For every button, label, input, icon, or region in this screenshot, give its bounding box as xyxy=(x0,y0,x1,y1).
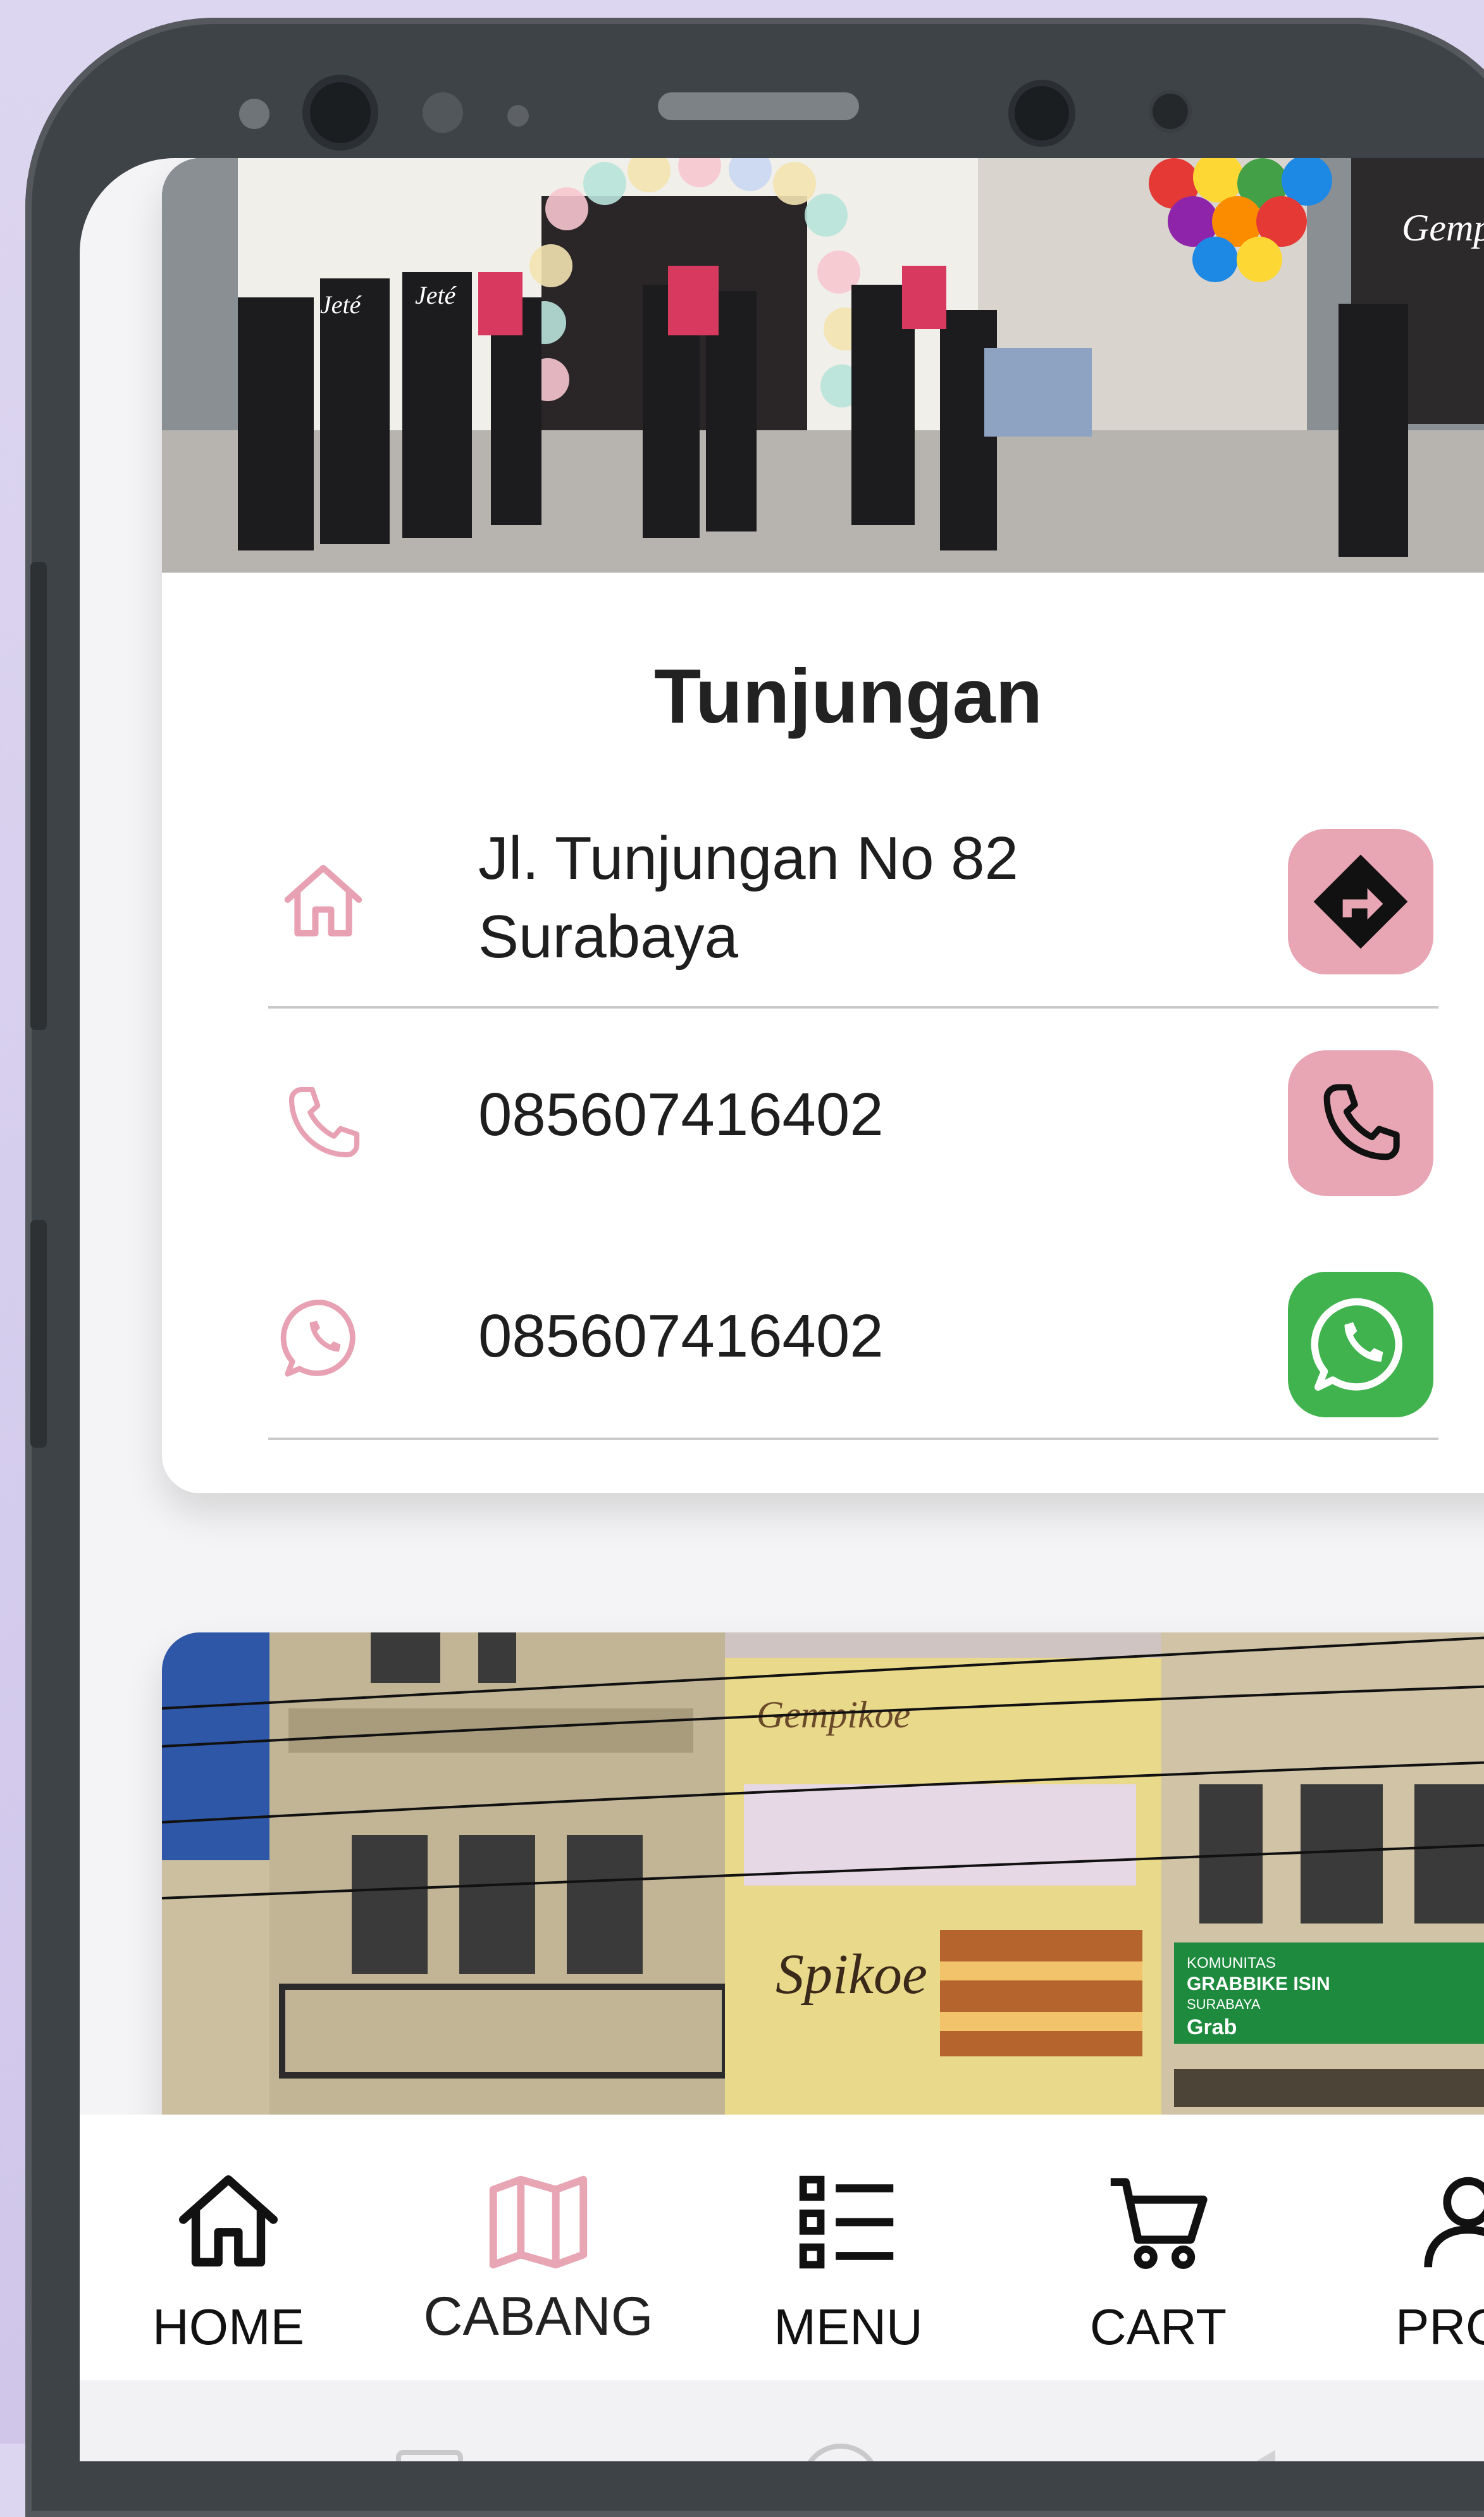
whatsapp-outline-icon xyxy=(280,1299,356,1377)
shirt-text: Jeté xyxy=(415,281,457,309)
phone-side-button xyxy=(30,562,47,1030)
system-navigation-bar xyxy=(80,2380,1484,2461)
nav-label: HOME xyxy=(152,2299,304,2355)
app-screen: Gempi Jeté Jeté xyxy=(80,158,1484,2461)
phone-outline-icon xyxy=(288,1086,360,1158)
front-camera xyxy=(1015,86,1069,140)
nav-menu[interactable]: MENU xyxy=(712,2115,984,2380)
map-icon xyxy=(489,2175,588,2269)
bottom-navigation: HOME CABANG MENU CART PR xyxy=(80,2115,1484,2380)
phone-side-button xyxy=(30,1220,47,1448)
profile-icon xyxy=(1424,2177,1484,2268)
photo-product-text: Spikoe xyxy=(776,1943,927,2006)
nav-label: CABANG xyxy=(423,2286,653,2347)
directions-icon xyxy=(1313,854,1408,949)
front-sensor xyxy=(507,105,529,127)
banner-logo-text: Grab xyxy=(1187,2015,1237,2039)
branch-title: Tunjungan xyxy=(653,653,1043,739)
branch-photo: Gempi Jeté Jeté xyxy=(162,158,1484,573)
nav-home[interactable]: HOME xyxy=(92,2115,364,2380)
phone-row: 085607416402 xyxy=(162,1038,1484,1227)
nav-cabang[interactable]: CABANG xyxy=(402,2115,674,2380)
front-sensor xyxy=(239,99,269,129)
nav-label: MENU xyxy=(774,2299,923,2355)
phone-frame: Gempi Jeté Jeté xyxy=(25,18,1484,2517)
shirt-text: Jeté xyxy=(320,290,362,319)
divider xyxy=(268,1438,1438,1440)
call-button[interactable] xyxy=(1288,1050,1433,1196)
phone-icon xyxy=(1323,1084,1400,1160)
cart-icon xyxy=(1110,2178,1208,2270)
nav-profile[interactable]: PROF xyxy=(1332,2115,1484,2380)
front-sensor xyxy=(1153,94,1188,129)
banner-text: KOMUNITAS xyxy=(1187,1955,1276,1972)
recent-apps-icon[interactable] xyxy=(396,2450,463,2461)
address-row: Jl. Tunjungan No 82 Surabaya xyxy=(162,797,1484,1000)
back-triangle-icon[interactable] xyxy=(1212,2450,1275,2461)
address-line-2: Surabaya xyxy=(478,903,738,971)
home-icon xyxy=(179,2175,278,2267)
nav-cart[interactable]: CART xyxy=(1022,2115,1294,2380)
address-line-1: Jl. Tunjungan No 82 xyxy=(478,824,1018,892)
list-icon xyxy=(799,2175,894,2269)
home-outline-icon xyxy=(284,864,362,936)
whatsapp-button[interactable] xyxy=(1288,1272,1433,1417)
home-circle-icon[interactable] xyxy=(801,2444,881,2461)
storefront-photo: Gempi Jeté Jeté xyxy=(162,158,1484,573)
banner-text: GRABBIKE ISIN xyxy=(1187,1973,1330,1994)
front-sensor xyxy=(423,92,463,133)
whatsapp-number: 085607416402 xyxy=(478,1302,884,1370)
banner-text: SURABAYA xyxy=(1187,1996,1261,2012)
whatsapp-icon xyxy=(1311,1298,1402,1391)
shop-sign-text: Gempi xyxy=(1402,207,1484,249)
directions-button[interactable] xyxy=(1288,829,1433,974)
phone-number: 085607416402 xyxy=(478,1081,884,1148)
earpiece-speaker xyxy=(658,92,859,120)
branch-card: Gempi Jeté Jeté xyxy=(162,158,1484,1493)
nav-label: CART xyxy=(1089,2299,1227,2355)
whatsapp-row: 085607416402 xyxy=(162,1246,1484,1436)
front-camera xyxy=(310,82,371,143)
nav-label: PROF xyxy=(1395,2299,1484,2355)
divider xyxy=(268,1006,1438,1009)
